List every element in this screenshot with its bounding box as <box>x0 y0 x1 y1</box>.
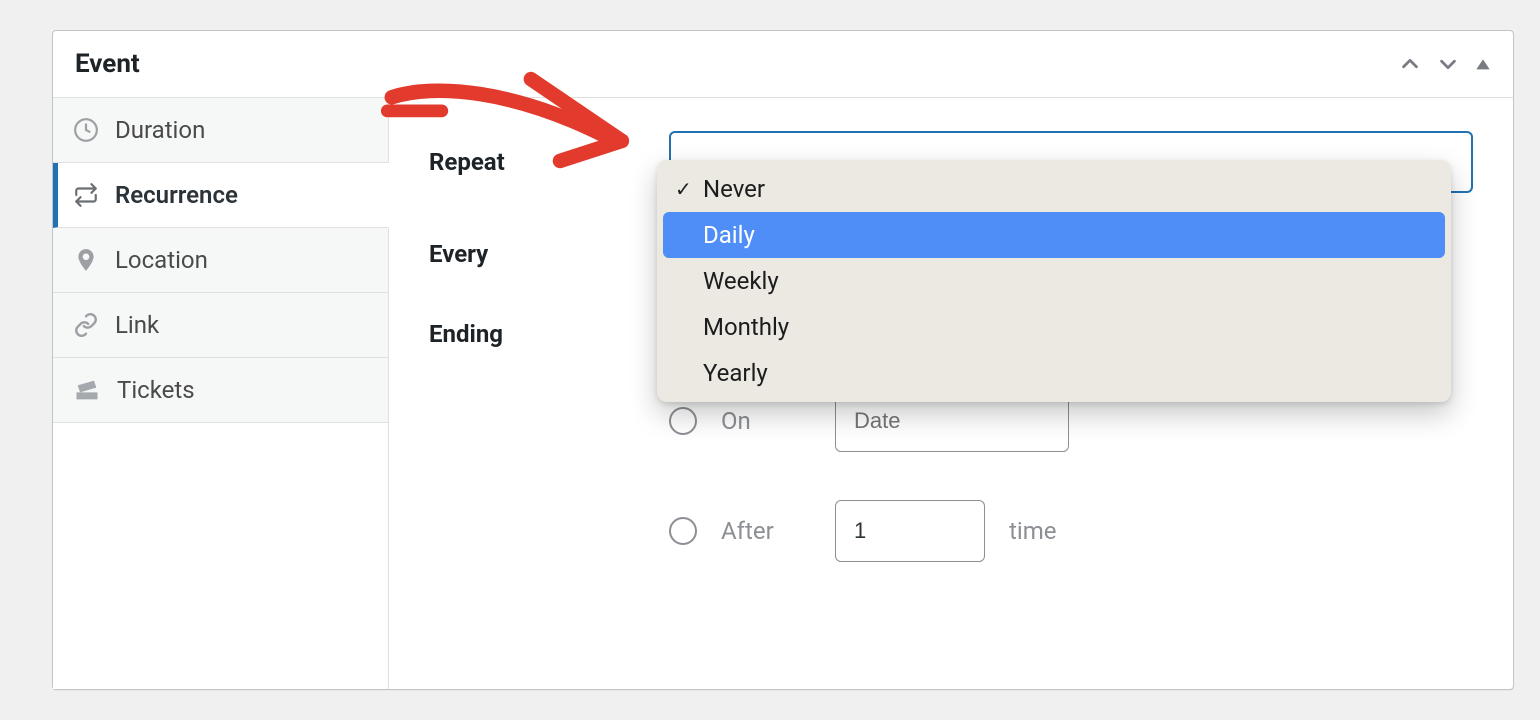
ending-after-input[interactable] <box>835 500 985 562</box>
ending-after-suffix: time <box>1009 517 1056 545</box>
tab-tickets[interactable]: Tickets <box>53 358 388 423</box>
move-up-icon[interactable] <box>1399 53 1421 75</box>
dropdown-option-label: Yearly <box>703 359 768 387</box>
move-down-icon[interactable] <box>1437 53 1459 75</box>
tab-location[interactable]: Location <box>53 228 388 293</box>
tab-link[interactable]: Link <box>53 293 388 358</box>
dropdown-option-label: Weekly <box>703 267 779 295</box>
dropdown-option-daily[interactable]: Daily <box>663 212 1445 258</box>
radio-icon[interactable] <box>669 517 697 545</box>
tab-label: Link <box>115 311 159 339</box>
dropdown-option-never[interactable]: ✓ Never <box>663 166 1445 212</box>
dropdown-option-weekly[interactable]: Weekly <box>663 258 1445 304</box>
panel-title: Event <box>75 49 140 79</box>
ending-option-after[interactable]: After time <box>669 500 1069 562</box>
repeat-dropdown[interactable]: ✓ Never Daily Weekly Monthly Yearly <box>657 160 1451 402</box>
radio-icon[interactable] <box>669 407 697 435</box>
ending-label: Ending <box>429 314 629 348</box>
dropdown-option-label: Monthly <box>703 313 789 341</box>
every-label: Every <box>429 240 629 268</box>
check-icon: ✓ <box>675 177 703 201</box>
tab-recurrence[interactable]: Recurrence <box>53 163 389 228</box>
tab-label: Tickets <box>117 376 195 404</box>
link-icon <box>73 312 99 338</box>
pin-icon <box>73 247 99 273</box>
repeat-label: Repeat <box>429 148 629 176</box>
repeat-icon <box>73 182 99 208</box>
panel-header-controls <box>1399 53 1491 75</box>
dropdown-option-label: Daily <box>703 221 755 249</box>
tab-duration[interactable]: Duration <box>53 98 388 163</box>
panel-header: Event <box>53 31 1513 98</box>
toggle-panel-icon[interactable] <box>1475 56 1491 72</box>
radio-label: After <box>721 517 811 545</box>
dropdown-option-yearly[interactable]: Yearly <box>663 350 1445 396</box>
tickets-icon <box>73 376 101 404</box>
dropdown-option-label: Never <box>703 175 765 203</box>
radio-label: On <box>721 407 811 435</box>
sidebar: Duration Recurrence Location Link <box>53 98 389 689</box>
dropdown-option-monthly[interactable]: Monthly <box>663 304 1445 350</box>
tab-label: Recurrence <box>115 181 238 209</box>
tab-label: Location <box>115 246 208 274</box>
clock-icon <box>73 117 99 143</box>
tab-label: Duration <box>115 116 205 144</box>
